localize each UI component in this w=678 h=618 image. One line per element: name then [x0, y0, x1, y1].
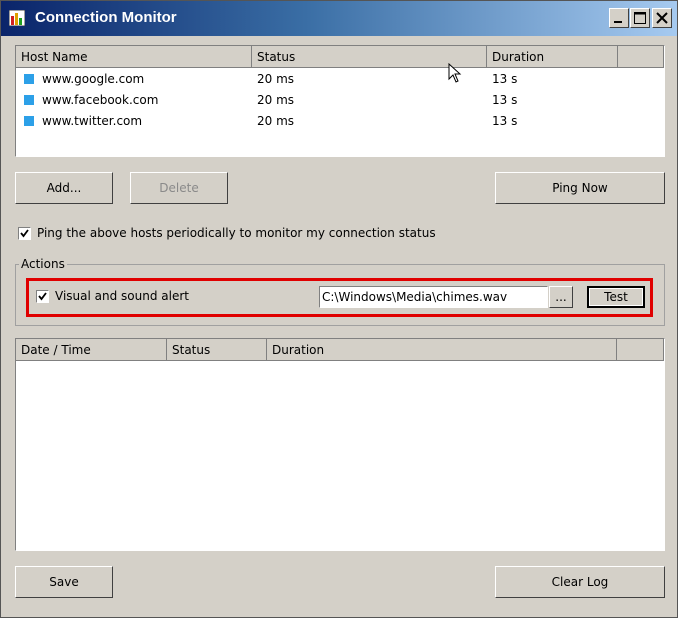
app-icon — [9, 10, 25, 26]
host-name: www.twitter.com — [42, 114, 143, 128]
delete-button[interactable]: Delete — [130, 172, 228, 204]
host-icon — [24, 116, 34, 126]
close-icon — [656, 12, 668, 24]
alert-label[interactable]: Visual and sound alert — [55, 289, 189, 303]
actions-group-title: Actions — [19, 257, 67, 271]
column-header-duration[interactable]: Duration — [267, 339, 617, 361]
host-name: www.google.com — [42, 72, 145, 86]
clear-log-button-label: Clear Log — [551, 575, 609, 589]
table-row[interactable]: www.facebook.com 20 ms 13 s — [16, 90, 664, 111]
save-button-label: Save — [49, 575, 79, 589]
maximize-icon — [634, 12, 646, 24]
clear-log-button[interactable]: Clear Log — [495, 566, 665, 598]
column-header-status[interactable]: Status — [167, 339, 267, 361]
host-duration: 13 s — [492, 114, 518, 128]
window-title: Connection Monitor — [35, 9, 177, 26]
delete-button-label: Delete — [159, 181, 199, 195]
column-header-duration[interactable]: Duration — [487, 46, 618, 68]
log-table[interactable]: Date / Time Status Duration — [15, 338, 665, 551]
host-duration: 13 s — [492, 93, 518, 107]
host-status: 20 ms — [257, 72, 295, 86]
minimize-icon — [614, 21, 622, 23]
hosts-table[interactable]: Host Name Status Duration www.google.com… — [15, 45, 665, 157]
host-icon — [24, 74, 34, 84]
browse-button-label: ... — [555, 290, 567, 304]
checkmark-icon — [38, 292, 47, 301]
mouse-cursor-icon — [448, 63, 462, 83]
test-button[interactable]: Test — [587, 286, 645, 308]
close-button[interactable] — [652, 8, 672, 28]
host-name: www.facebook.com — [42, 93, 159, 107]
host-status: 20 ms — [257, 114, 295, 128]
column-header-empty — [618, 46, 664, 68]
save-button[interactable]: Save — [15, 566, 113, 598]
ping-now-button-label: Ping Now — [552, 181, 608, 195]
add-button-label: Add... — [46, 181, 82, 195]
ping-now-button[interactable]: Ping Now — [495, 172, 665, 204]
column-header-host-name[interactable]: Host Name — [16, 46, 252, 68]
host-icon — [24, 95, 34, 105]
sound-file-input[interactable]: C:\Windows\Media\chimes.wav — [319, 286, 548, 308]
column-header-empty — [617, 339, 664, 361]
host-status: 20 ms — [257, 93, 295, 107]
test-button-label: Test — [604, 290, 628, 304]
checkmark-icon — [20, 229, 29, 238]
column-header-date-time[interactable]: Date / Time — [16, 339, 167, 361]
minimize-button[interactable] — [609, 8, 629, 28]
periodic-ping-checkbox[interactable] — [18, 227, 31, 240]
host-duration: 13 s — [492, 72, 518, 86]
browse-button[interactable]: ... — [549, 286, 573, 308]
connection-monitor-window: Connection Monitor Host Name Status Dura… — [0, 0, 678, 618]
periodic-ping-label[interactable]: Ping the above hosts periodically to mon… — [37, 226, 436, 240]
add-button[interactable]: Add... — [15, 172, 113, 204]
title-bar[interactable]: Connection Monitor — [1, 1, 677, 36]
maximize-button[interactable] — [630, 8, 650, 28]
table-row[interactable]: www.google.com 20 ms 13 s — [16, 69, 664, 90]
table-row[interactable]: www.twitter.com 20 ms 13 s — [16, 111, 664, 132]
alert-checkbox[interactable] — [36, 290, 49, 303]
